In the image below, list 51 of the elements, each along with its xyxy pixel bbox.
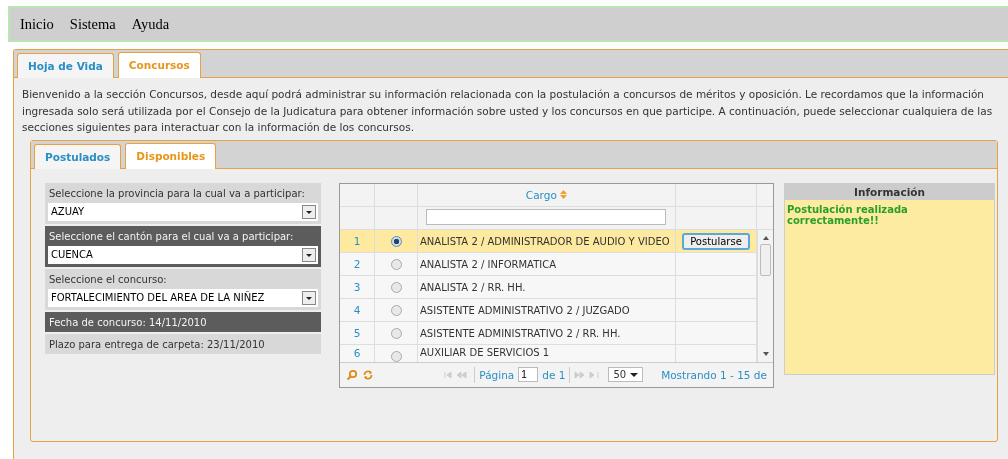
radio-button[interactable] [390, 258, 402, 270]
radio-button[interactable] [390, 327, 402, 339]
dropdown[interactable]: CUENCA [48, 245, 318, 264]
panel-title: Información [785, 183, 994, 200]
table-cell: ASISTENTE ADMINISTRATIVO 2 / JUZGADO [418, 299, 676, 322]
apply-button[interactable]: Postularse [682, 232, 750, 250]
record-count: Mostrando 1 - 15 de [661, 368, 767, 381]
radio-button[interactable] [390, 350, 402, 362]
row-number: 1 [340, 230, 375, 253]
radio-button[interactable] [390, 304, 402, 316]
table-row[interactable]: 3 ANALISTA 2 / RR. HH. [340, 276, 757, 300]
refresh-icon[interactable] [362, 368, 374, 381]
table-cell: ANALISTA 2 / INFORMATICA [418, 253, 676, 276]
table-row[interactable]: 1 ANALISTA 2 / ADMINISTRADOR DE AUDIO Y VIDEO Postularse [340, 230, 757, 254]
row-number: 5 [340, 322, 375, 345]
page-size-dropdown[interactable]: 50 [608, 367, 644, 383]
filter-field[interactable] [426, 208, 666, 225]
table-cell: ASISTENTE ADMINISTRATIVO 2 / RR. HH. [418, 322, 676, 345]
sort-icon [560, 189, 568, 199]
page-count: de 1 [542, 368, 566, 381]
filter-label: Seleccione la provincia para la cual va a participar: [48, 186, 306, 200]
table-row[interactable]: 2 ANALISTA 2 / INFORMATICA [340, 253, 757, 277]
row-number: 6 [340, 345, 375, 362]
page-label: Página [479, 368, 515, 381]
table-row[interactable]: 6 AUXILIAR DE SERVICIOS 1 [340, 345, 757, 362]
intro-text: Bienvenido a la sección Concursos, desde aquí podrá administrar su información relacionada con la postulación a concursos de méritos y oposición. Le recordamos que la información ingresada solo será utilizada por el Consejo de la Judicatura para obtener información sobre usted y los concursos en que participe. A continuación, puede seleccionar cualquiera de las secciones siguientes para interactuar con la información de los concursos. [22, 87, 994, 135]
filter-label: Seleccione el cantón para el cual va a participar: [48, 229, 295, 243]
next-last-icon[interactable] [574, 369, 601, 380]
table-cell: ANALISTA 2 / ADMINISTRADOR DE AUDIO Y VIDEO [418, 230, 676, 253]
menu-item[interactable]: Ayuda [131, 16, 170, 33]
scroll-thumb[interactable] [760, 244, 771, 277]
filter-label: Plazo para entrega de carpeta: 23/11/2010 [48, 337, 266, 351]
filter-label: Seleccione el concurso: [48, 272, 168, 286]
success-message: Postulación realizada correctamente!! [786, 202, 909, 228]
table-row[interactable]: 5 ASISTENTE ADMINISTRATIVO 2 / RR. HH. [340, 322, 757, 346]
caret-icon [630, 371, 639, 378]
filter-label: Fecha de concurso: 14/11/2010 [48, 315, 208, 329]
dropdown[interactable]: FORTALECIMIENTO DEL AREA DE LA NIÑEZ [48, 288, 318, 307]
scrollbar[interactable] [757, 230, 773, 362]
search-icon[interactable] [346, 368, 358, 381]
menu-item[interactable]: Inicio [20, 16, 54, 33]
menu-item[interactable]: Sistema [69, 16, 116, 33]
radio-button[interactable] [390, 281, 402, 293]
row-number: 2 [340, 253, 375, 276]
radio-button[interactable] [390, 235, 402, 247]
page-input[interactable]: 1 [518, 367, 539, 383]
dropdown[interactable]: AZUAY [48, 202, 318, 221]
row-number: 3 [340, 276, 375, 299]
row-number: 4 [340, 299, 375, 322]
table-cell: ANALISTA 2 / RR. HH. [418, 276, 676, 299]
table-row[interactable]: 4 ASISTENTE ADMINISTRATIVO 2 / JUZGADO [340, 299, 757, 323]
